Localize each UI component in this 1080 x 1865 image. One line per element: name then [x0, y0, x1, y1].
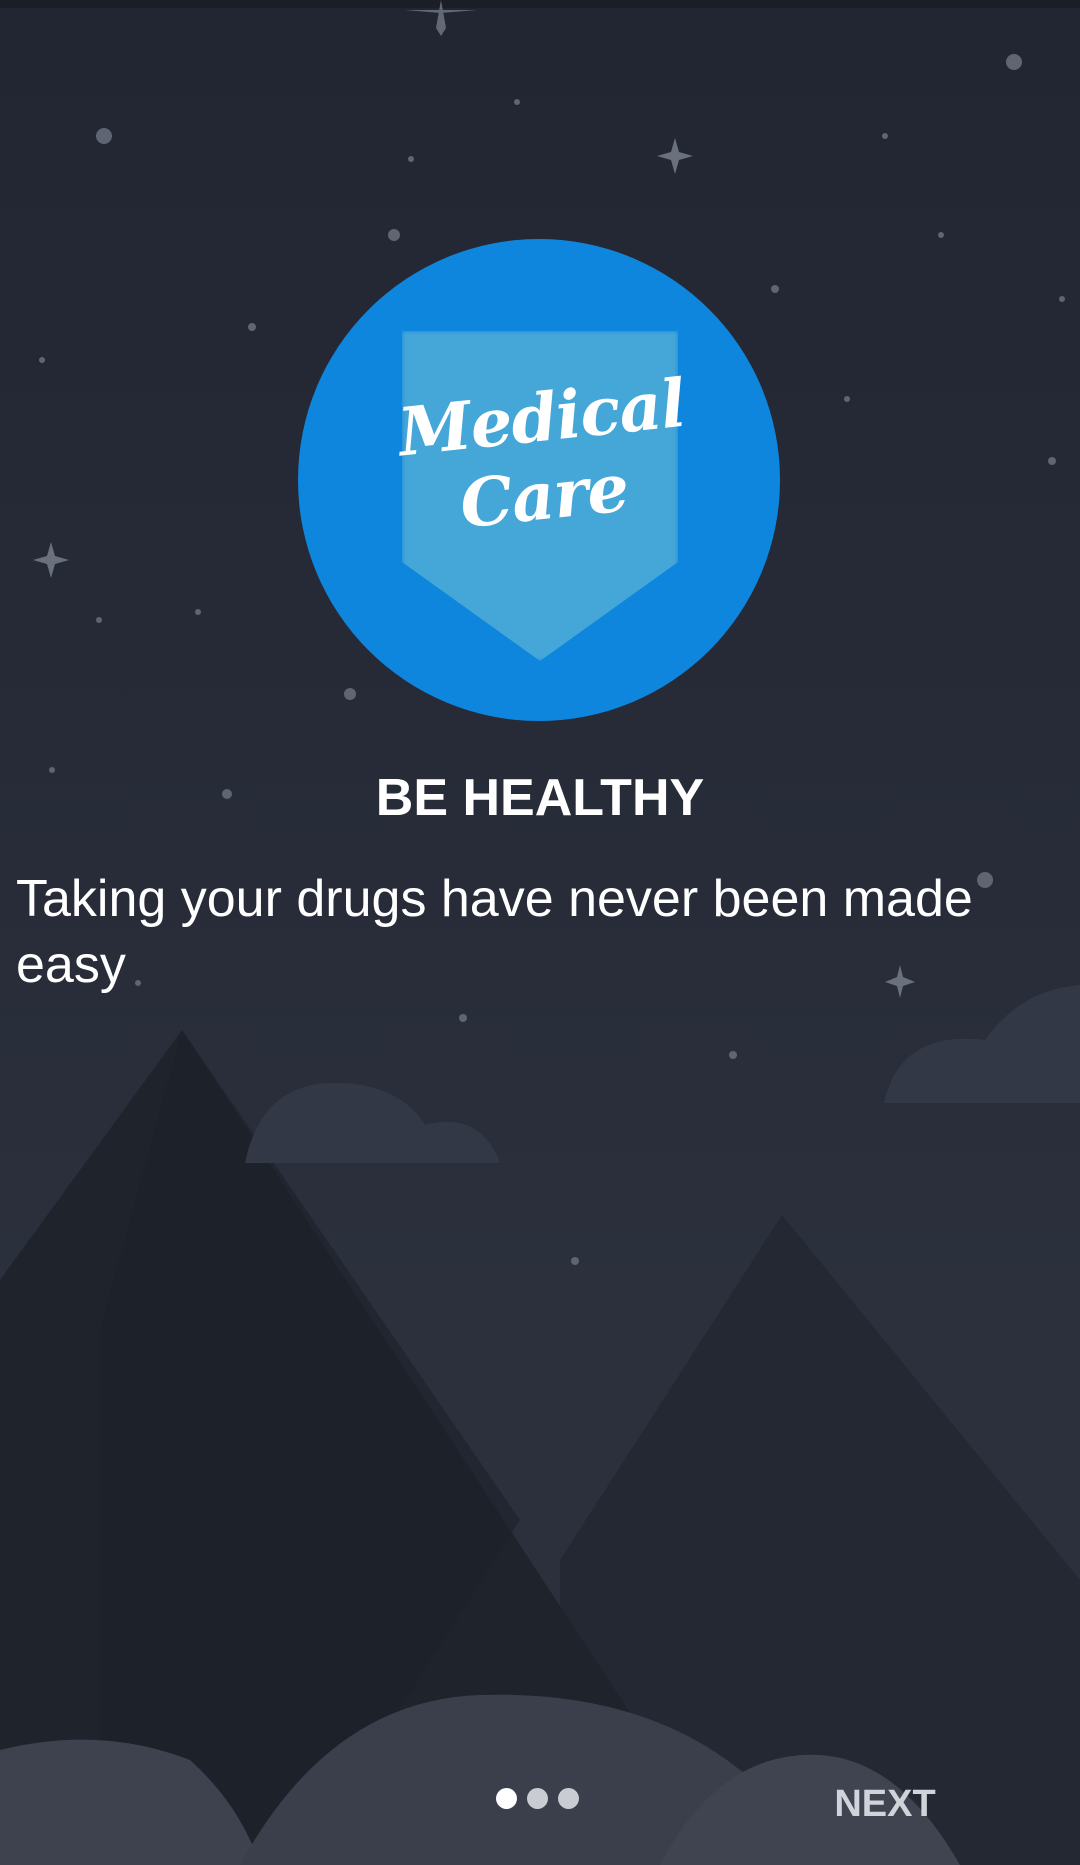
next-button[interactable]: NEXT — [820, 1776, 950, 1832]
onboarding-screen: Medical Care BE HEALTHY Taking your drug… — [0, 0, 1080, 1865]
medical-care-logo: Medical Care — [298, 239, 780, 721]
onboarding-title: BE HEALTHY — [375, 769, 705, 827]
cloud-right — [884, 985, 1080, 1103]
logo-wordmark: Medical Care — [395, 364, 689, 549]
page-dot-1 — [496, 1788, 517, 1809]
page-dot-2 — [527, 1788, 548, 1809]
onboarding-description: Taking your drugs have never been made e… — [16, 870, 973, 994]
cloud-left — [245, 1082, 500, 1163]
page-indicator — [496, 1788, 579, 1810]
page-dot-3 — [558, 1788, 579, 1809]
